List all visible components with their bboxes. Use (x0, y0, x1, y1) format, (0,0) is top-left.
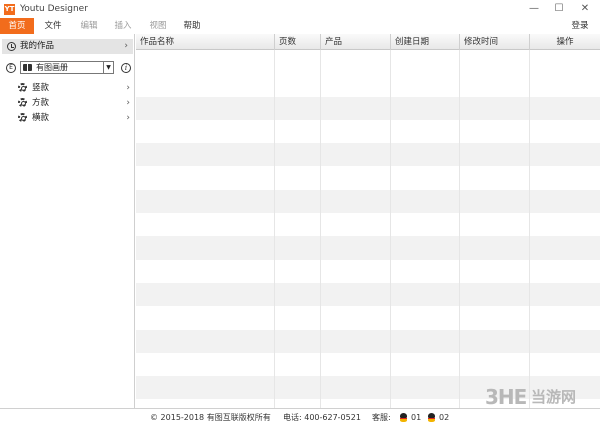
qq-service-2[interactable]: 02 (439, 412, 449, 424)
table-row (136, 329, 600, 353)
table-body (136, 50, 600, 408)
column-header-name[interactable]: 作品名称 (136, 34, 275, 50)
table-row (136, 73, 600, 96)
minimize-button[interactable]: — (524, 1, 544, 17)
table-row (136, 282, 600, 307)
menu-edit[interactable]: 编辑 (74, 18, 104, 34)
works-table: 作品名称 页数 产品 创建日期 修改时间 操作 (136, 34, 600, 408)
column-header-pages[interactable]: 页数 (275, 34, 321, 50)
qq-icon[interactable] (399, 413, 408, 423)
title-bar: YT Youtu Designer — ☐ ✕ (0, 0, 600, 18)
column-header-created[interactable]: 创建日期 (391, 34, 460, 50)
menu-insert[interactable]: 插入 (108, 18, 138, 34)
sidebar-item-label: 竖款 (32, 83, 50, 93)
chevron-right-icon: › (126, 113, 130, 123)
column-header-actions[interactable]: 操作 (530, 34, 600, 50)
column-divider (274, 50, 275, 408)
maximize-button[interactable]: ☐ (549, 1, 569, 17)
table-row (136, 213, 600, 236)
phone-text: 电话: 400-627-0521 (283, 413, 361, 422)
clock-icon (7, 42, 16, 51)
app-logo-icon: YT (4, 4, 15, 15)
album-select-value: 有图画册 (36, 63, 68, 72)
menu-home[interactable]: 首页 (0, 18, 34, 34)
gear-icon (18, 83, 27, 92)
column-divider (529, 50, 530, 408)
table-row (136, 166, 600, 189)
chevron-right-icon: › (124, 41, 128, 51)
watermark-text: 当游网 (531, 388, 577, 406)
column-header-product[interactable]: 产品 (321, 34, 391, 50)
copyright-text: © 2015-2018 有图互联版权所有 (150, 413, 271, 422)
login-button[interactable]: 登录 (565, 18, 595, 34)
sidebar-item-horizontal[interactable]: 横款 › (16, 111, 133, 125)
chevron-down-icon[interactable]: ▼ (103, 62, 113, 73)
chevron-right-icon: › (126, 98, 130, 108)
menu-help[interactable]: 帮助 (177, 18, 207, 34)
sidebar-item-vertical[interactable]: 竖款 › (16, 81, 133, 95)
window-title: Youtu Designer (20, 4, 88, 14)
sidebar: 我的作品 › E 有图画册 ▼ i 竖款 › 方款 › 横款 › (0, 34, 135, 408)
close-button[interactable]: ✕ (575, 1, 595, 17)
sidebar-item-square[interactable]: 方款 › (16, 96, 133, 110)
table-row (136, 96, 600, 120)
column-header-modified[interactable]: 修改时间 (460, 34, 530, 50)
chevron-right-icon: › (126, 83, 130, 93)
qq-icon[interactable] (427, 413, 436, 423)
status-bar: © 2015-2018 有图互联版权所有 电话: 400-627-0521 客服… (0, 408, 600, 426)
watermark-latin: 3HE (485, 385, 527, 409)
sidebar-item-my-works[interactable]: 我的作品 › (2, 39, 133, 54)
gear-icon (18, 98, 27, 107)
table-row (136, 353, 600, 376)
table-row (136, 306, 600, 329)
gear-icon (18, 113, 27, 122)
menu-view[interactable]: 视图 (143, 18, 173, 34)
column-divider (390, 50, 391, 408)
table-row (136, 143, 600, 167)
watermark-logo: 3HE 当游网 (485, 386, 597, 408)
menu-bar: 首页 文件 编辑 插入 视图 帮助 登录 (0, 18, 600, 34)
service-label: 客服: (372, 413, 391, 422)
sidebar-item-label: 横款 (32, 113, 50, 123)
info-icon[interactable]: i (121, 63, 131, 73)
table-header: 作品名称 页数 产品 创建日期 修改时间 操作 (136, 34, 600, 50)
table-row (136, 189, 600, 214)
menu-file[interactable]: 文件 (38, 18, 68, 34)
column-divider (320, 50, 321, 408)
book-icon (23, 64, 32, 71)
sidebar-item-label: 方款 (32, 98, 50, 108)
column-divider (459, 50, 460, 408)
e-icon[interactable]: E (6, 63, 16, 73)
sidebar-item-label: 我的作品 (20, 41, 55, 51)
table-row (136, 120, 600, 143)
table-row (136, 236, 600, 260)
album-select[interactable]: 有图画册 ▼ (20, 61, 114, 74)
table-row (136, 260, 600, 283)
table-row (136, 50, 600, 73)
qq-service-1[interactable]: 01 (411, 412, 421, 424)
